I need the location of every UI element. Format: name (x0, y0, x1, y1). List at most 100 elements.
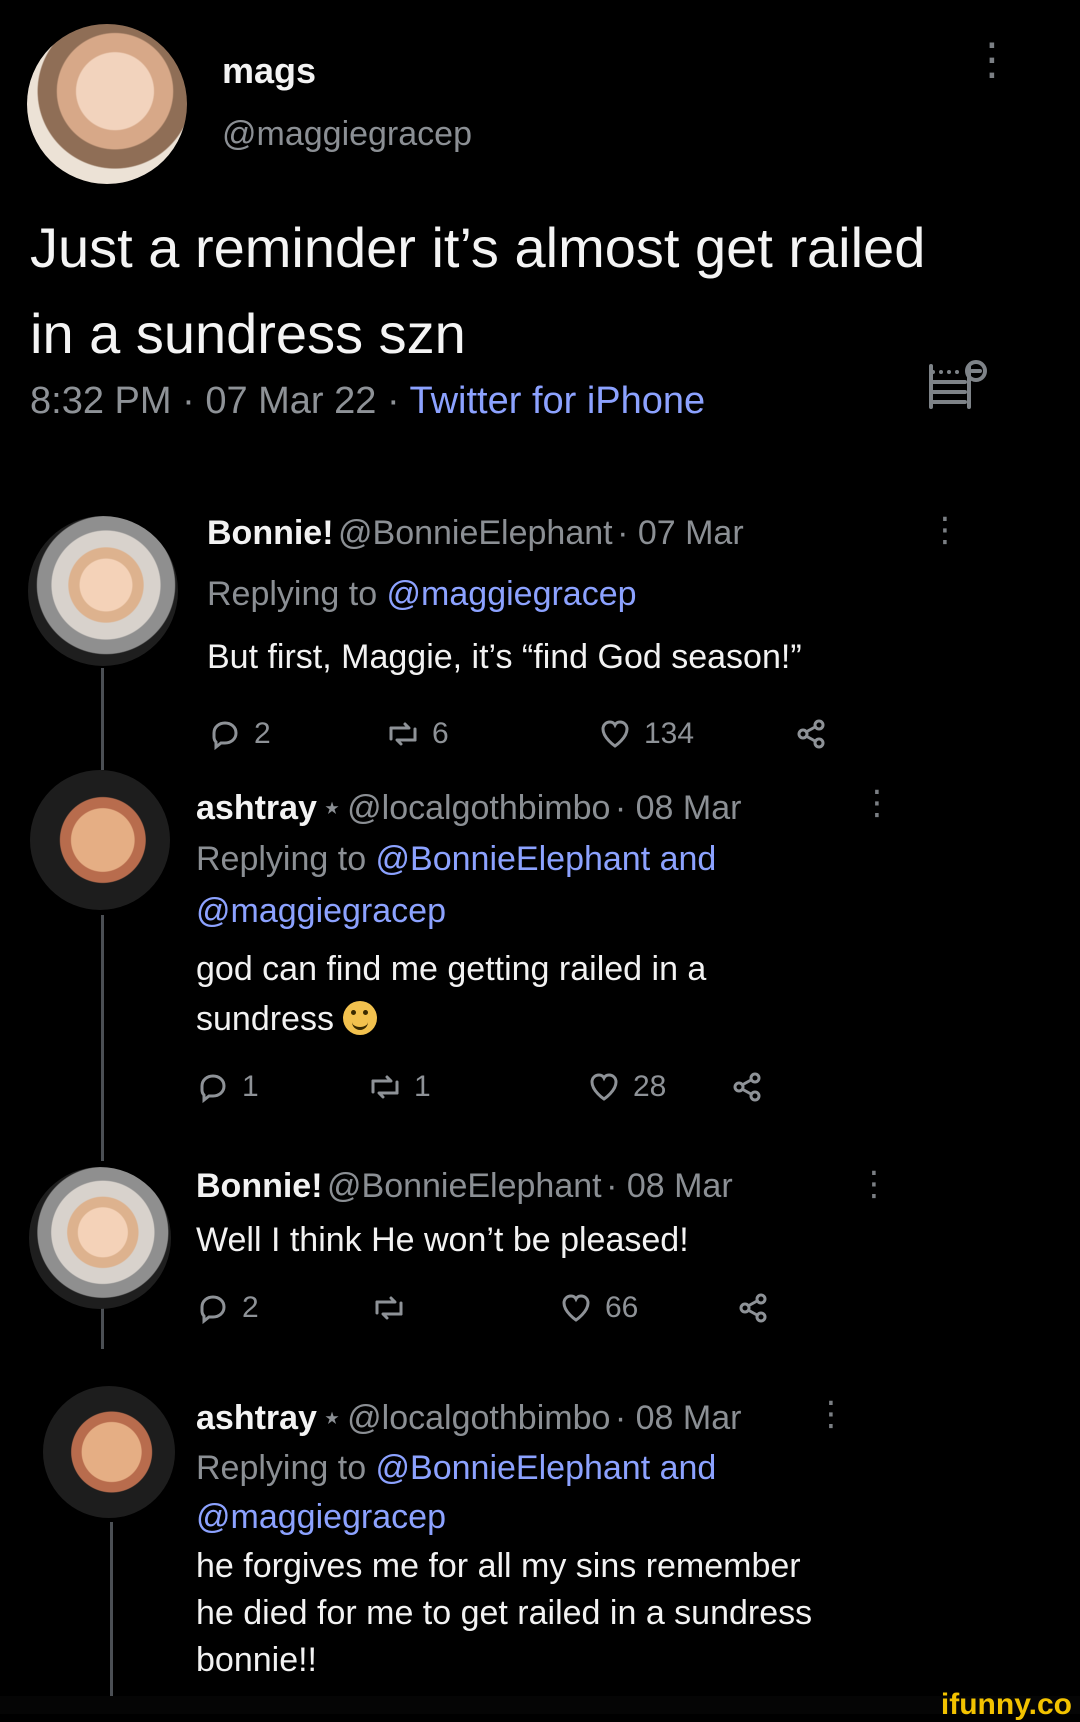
retweet-icon (371, 1075, 399, 1099)
more-vertical-icon[interactable]: ⋮ (814, 1397, 848, 1431)
reply-date: 08 Mar (635, 789, 742, 827)
reply-button[interactable]: 2 (196, 1291, 259, 1325)
avatar[interactable] (28, 516, 178, 666)
reply-count: 2 (254, 717, 271, 750)
avatar[interactable] (29, 1167, 171, 1309)
like-button[interactable]: 66 (559, 1291, 638, 1325)
like-icon (601, 720, 629, 748)
tweet-meta: 8:32 PM · 07 Mar 22 · Twitter for iPhone (30, 380, 705, 423)
meta-separator: · (606, 1167, 627, 1205)
share-button[interactable] (730, 1070, 764, 1104)
mention-link[interactable]: @BonnieElephant and (376, 1449, 717, 1487)
thread-line (101, 1303, 104, 1349)
reply-text: Well I think He won’t be pleased! (196, 1221, 689, 1259)
reply-header: ashtray ⋆ @localgothbimbo · 08 Mar (196, 1398, 741, 1438)
display-name[interactable]: ashtray (196, 1399, 317, 1437)
retweet-button[interactable] (372, 1291, 418, 1325)
reply-header: Bonnie! @BonnieElephant · 07 Mar (207, 514, 744, 553)
reply-header: Bonnie! @BonnieElephant · 08 Mar (196, 1167, 733, 1206)
tweet-actions: 2 66 (196, 1291, 767, 1331)
display-name[interactable]: mags (222, 50, 316, 92)
grinning-face-with-tongue-icon (343, 1001, 378, 1035)
replying-to: Replying to @BonnieElephant and (196, 840, 716, 879)
reply-date: 07 Mar (637, 514, 744, 552)
share-button[interactable] (794, 717, 828, 751)
mention-link[interactable]: @maggiegracep (196, 1498, 446, 1537)
like-count: 28 (633, 1070, 667, 1103)
handle[interactable]: @localgothbimbo (347, 789, 610, 827)
thread-line (110, 1522, 113, 1696)
like-count: 134 (644, 717, 695, 750)
reply-button[interactable]: 1 (196, 1070, 259, 1104)
retweet-button[interactable]: 1 (368, 1070, 431, 1104)
verified-symbol: ⋆ (321, 789, 343, 827)
mention-link[interactable]: @maggiegracep (196, 892, 446, 931)
retweet-icon (389, 722, 417, 746)
avatar[interactable] (43, 1386, 175, 1518)
verified-symbol: ⋆ (321, 1399, 343, 1437)
analytics-icon[interactable] (925, 354, 989, 412)
thread-line (101, 915, 104, 1161)
like-icon (590, 1073, 618, 1101)
meta-separator: · (376, 380, 410, 422)
reply-text-line-1: god can find me getting railed in a (196, 950, 707, 988)
share-icon (797, 719, 825, 749)
reply-count: 1 (242, 1070, 259, 1103)
retweet-count: 1 (414, 1070, 431, 1103)
handle[interactable]: @BonnieElephant (338, 514, 613, 552)
like-button[interactable]: 28 (587, 1070, 666, 1104)
reply-text-line-1: he forgives me for all my sins remember (196, 1547, 801, 1585)
replying-label: Replying to (196, 840, 376, 878)
footer-bar (0, 1696, 1080, 1714)
retweet-button[interactable]: 6 (386, 717, 449, 751)
reply-button[interactable]: 2 (208, 717, 271, 751)
share-icon (739, 1293, 767, 1323)
tweet-time: 8:32 PM (30, 380, 172, 422)
display-name[interactable]: Bonnie! (196, 1167, 323, 1205)
reply-text-line-2-text: sundress (196, 1000, 334, 1038)
handle[interactable]: @maggiegracep (222, 115, 472, 154)
meta-separator: · (614, 789, 636, 827)
share-icon (733, 1072, 761, 1102)
tweet-source[interactable]: Twitter for iPhone (410, 380, 706, 422)
like-button[interactable]: 134 (598, 717, 694, 751)
more-vertical-icon[interactable]: ⋮ (857, 1167, 891, 1201)
display-name[interactable]: ashtray (196, 789, 317, 827)
like-icon (562, 1294, 590, 1322)
share-button[interactable] (736, 1291, 770, 1325)
reply-icon (200, 1295, 226, 1325)
reply-icon (212, 721, 238, 751)
more-vertical-icon[interactable]: ⋮ (860, 786, 894, 820)
replying-label: Replying to (196, 1449, 376, 1487)
reply-date: 08 Mar (626, 1167, 733, 1205)
more-vertical-icon[interactable]: ⋮ (970, 38, 1014, 98)
avatar[interactable] (27, 24, 187, 184)
reply-text: But first, Maggie, it’s “find God season… (207, 638, 802, 676)
retweet-count: 6 (432, 717, 449, 750)
replying-label: Replying to (207, 575, 387, 613)
meta-separator: · (617, 514, 638, 552)
like-count: 66 (605, 1291, 639, 1324)
tweet-text: Just a reminder it’s almost get railed i… (30, 216, 926, 365)
replying-to: Replying to @BonnieElephant and (196, 1449, 716, 1488)
tweet-date: 07 Mar 22 (205, 380, 377, 422)
tweet-actions: 1 1 28 (196, 1070, 761, 1110)
meta-separator: · (614, 1399, 636, 1437)
reply-header: ashtray ⋆ @localgothbimbo · 08 Mar (196, 788, 741, 828)
replying-to: Replying to @maggiegracep (207, 575, 637, 614)
handle[interactable]: @BonnieElephant (327, 1167, 602, 1205)
mention-link[interactable]: @maggiegracep (387, 575, 637, 613)
thread-line (101, 668, 104, 770)
avatar[interactable] (30, 770, 170, 910)
reply-date: 08 Mar (635, 1399, 742, 1437)
reply-count: 2 (242, 1291, 259, 1324)
meta-separator: · (171, 380, 206, 422)
mention-link[interactable]: @BonnieElephant and (376, 840, 717, 878)
display-name[interactable]: Bonnie! (207, 514, 334, 552)
more-vertical-icon[interactable]: ⋮ (928, 513, 962, 547)
retweet-icon (375, 1296, 403, 1320)
reply-text-line-3: bonnie!! (196, 1641, 317, 1679)
reply-text-line-2: sundress (196, 995, 378, 1043)
handle[interactable]: @localgothbimbo (347, 1399, 610, 1437)
watermark: ifunny.co (940, 1688, 1072, 1721)
